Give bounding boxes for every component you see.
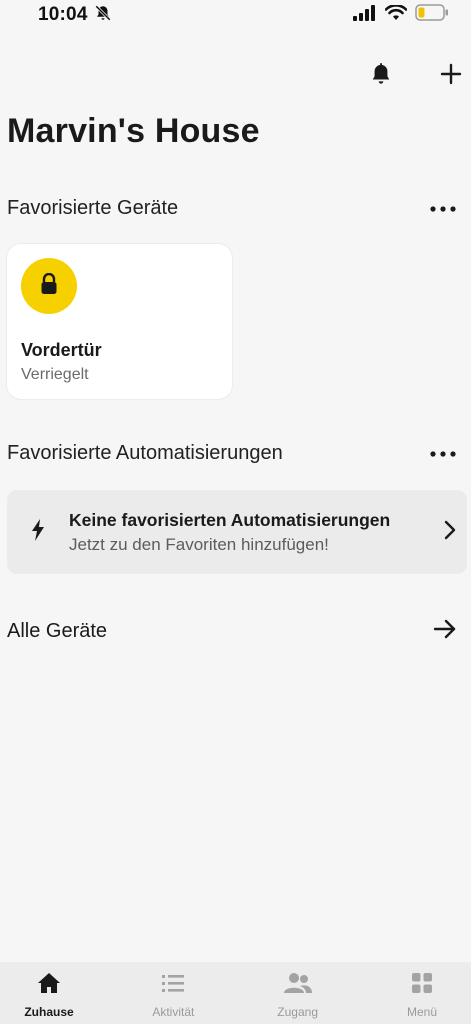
plus-icon bbox=[440, 63, 462, 90]
automations-empty-title: Keine favorisierten Automatisierungen bbox=[69, 509, 391, 530]
device-name: Vordertür bbox=[21, 340, 102, 360]
home-icon bbox=[37, 972, 61, 999]
add-button[interactable] bbox=[433, 58, 469, 94]
chevron-right-icon bbox=[444, 520, 456, 545]
arrow-wrap bbox=[423, 619, 467, 644]
tab-aktivitaet[interactable]: Aktivität bbox=[128, 962, 218, 1024]
status-right bbox=[353, 3, 449, 26]
status-time: 10:04 bbox=[38, 4, 88, 25]
favorite-automations-more-button[interactable] bbox=[423, 438, 463, 468]
automations-empty-banner[interactable]: Keine favorisierten Automatisierungen Je… bbox=[7, 490, 467, 574]
all-devices-row[interactable]: Alle Geräte bbox=[7, 614, 471, 648]
bell-slash-icon bbox=[94, 4, 112, 27]
tab-label: Aktivität bbox=[152, 1005, 195, 1019]
status-bar: 10:04 bbox=[0, 0, 471, 30]
favorite-devices-header: Favorisierte Geräte bbox=[7, 193, 471, 223]
arrow-right-icon bbox=[433, 619, 457, 644]
tab-label: Zugang bbox=[277, 1005, 318, 1019]
list-icon bbox=[161, 972, 185, 999]
wifi-icon bbox=[384, 3, 408, 26]
bolt-icon bbox=[30, 518, 46, 547]
grid-icon bbox=[411, 972, 433, 999]
battery-low-icon bbox=[415, 4, 449, 26]
more-dots-icon bbox=[430, 444, 456, 462]
favorite-devices-more-button[interactable] bbox=[423, 193, 463, 223]
notifications-button[interactable] bbox=[363, 58, 399, 94]
favorite-automations-header: Favorisierte Automatisierungen bbox=[7, 438, 471, 468]
automations-empty-subtitle: Jetzt zu den Favoriten hinzufügen! bbox=[69, 534, 329, 554]
signal-icon bbox=[353, 4, 377, 26]
status-left: 10:04 bbox=[38, 4, 112, 27]
all-devices-label: Alle Geräte bbox=[7, 619, 108, 642]
tab-label: Zuhause bbox=[24, 1005, 74, 1019]
device-status: Verriegelt bbox=[21, 366, 89, 383]
more-dots-icon bbox=[430, 199, 456, 217]
bolt-icon-wrap bbox=[7, 518, 69, 547]
lock-icon bbox=[40, 272, 58, 300]
tab-menue[interactable]: Menü bbox=[377, 962, 467, 1024]
tab-bar: Zuhause Aktivität Zugang Menü bbox=[0, 962, 471, 1024]
page-title: Marvin's House bbox=[7, 112, 260, 150]
chevron-wrap bbox=[433, 520, 467, 545]
header-actions bbox=[0, 58, 471, 94]
bell-icon bbox=[370, 62, 392, 91]
favorite-devices-title: Favorisierte Geräte bbox=[7, 196, 179, 219]
tab-zuhause[interactable]: Zuhause bbox=[4, 962, 94, 1024]
tab-zugang[interactable]: Zugang bbox=[253, 962, 343, 1024]
favorite-automations-title: Favorisierte Automatisierungen bbox=[7, 441, 283, 464]
tab-label: Menü bbox=[406, 1005, 437, 1019]
device-icon-circle bbox=[21, 258, 77, 314]
automations-empty-texts: Keine favorisierten Automatisierungen Je… bbox=[69, 510, 433, 555]
device-card-front-door[interactable]: Vordertür Verriegelt bbox=[7, 244, 232, 399]
users-icon bbox=[283, 972, 313, 999]
